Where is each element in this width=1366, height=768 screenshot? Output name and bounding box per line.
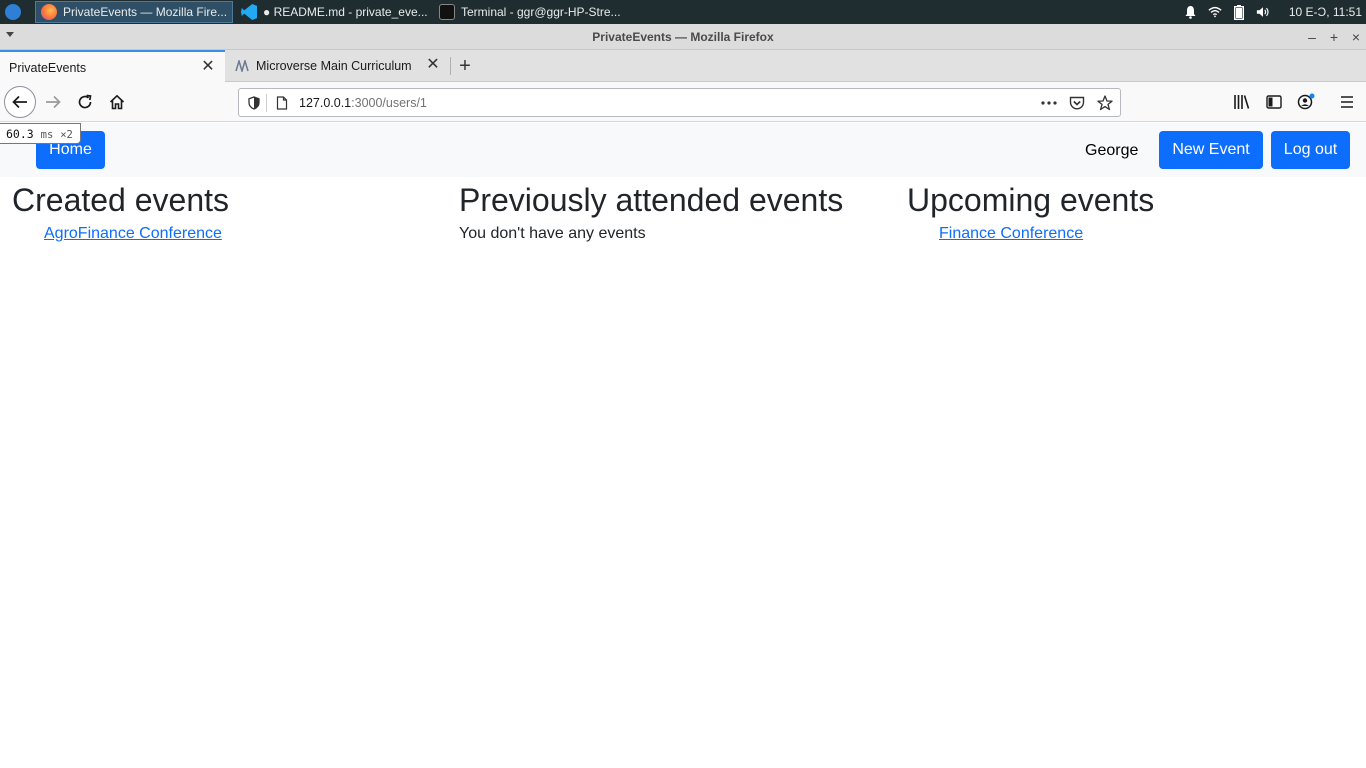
app-menu-button[interactable]	[2, 1, 24, 23]
reload-icon	[78, 94, 92, 109]
event-link[interactable]: AgroFinance Conference	[44, 225, 222, 242]
tab-strip: PrivateEvents ✕ Microverse Main Curricul…	[0, 50, 1366, 83]
browser-toolbar: 127.0.0.1:3000/users/1	[0, 82, 1366, 122]
close-tab-icon[interactable]: ✕	[426, 57, 440, 73]
url-text[interactable]: 127.0.0.1:3000/users/1	[299, 96, 427, 110]
upcoming-events-section: Upcoming events Finance Conference	[907, 177, 1347, 243]
maximize-icon[interactable]: +	[1325, 28, 1343, 46]
app-menu-icon	[5, 4, 21, 20]
firefox-icon	[41, 4, 57, 20]
reload-button[interactable]	[69, 86, 101, 118]
taskbar-item-firefox[interactable]: PrivateEvents — Mozilla Fire...	[35, 1, 233, 23]
new-event-button[interactable]: New Event	[1159, 131, 1263, 169]
microverse-icon	[235, 60, 249, 72]
taskbar-item-label: ● README.md - private_eve...	[263, 5, 428, 19]
back-arrow-icon	[12, 95, 27, 109]
window-title: PrivateEvents — Mozilla Firefox	[592, 30, 774, 44]
sidebar-button[interactable]	[1258, 86, 1290, 118]
library-button[interactable]	[1226, 86, 1258, 118]
sidebar-icon	[1266, 95, 1282, 109]
tab-microverse[interactable]: Microverse Main Curriculum ✕	[226, 50, 450, 82]
taskbar-item-vscode[interactable]: ● README.md - private_eve...	[236, 1, 432, 23]
previous-events-section: Previously attended events You don't hav…	[459, 177, 899, 243]
urlbar-divider	[266, 94, 267, 112]
close-tab-icon[interactable]: ✕	[201, 59, 215, 75]
vscode-icon	[241, 4, 257, 20]
library-icon	[1234, 95, 1250, 109]
forward-arrow-icon	[46, 95, 61, 109]
tab-label: PrivateEvents	[9, 60, 87, 75]
section-heading: Upcoming events	[907, 182, 1155, 218]
os-taskbar: PrivateEvents — Mozilla Fire... ● README…	[0, 0, 1366, 24]
page-content: Home George New Event Log out Created ev…	[0, 123, 1366, 768]
section-heading: Previously attended events	[459, 182, 844, 218]
pocket-icon[interactable]	[1069, 95, 1085, 111]
performance-overlay: 60.3 ms ×2	[0, 123, 81, 144]
created-events-list: AgroFinance Conference	[12, 225, 452, 243]
back-button[interactable]	[4, 86, 36, 118]
tab-separator	[450, 57, 451, 75]
list-item: AgroFinance Conference	[44, 225, 452, 243]
perf-value: 60.3	[6, 127, 34, 141]
window-titlebar: PrivateEvents — Mozilla Firefox – + ×	[0, 24, 1366, 50]
account-icon	[1297, 93, 1315, 110]
page-actions-icon[interactable]	[1041, 95, 1057, 111]
app-navbar: Home George New Event Log out	[0, 123, 1366, 177]
url-host: 127.0.0.1	[299, 96, 352, 110]
section-heading: Created events	[12, 182, 230, 218]
tab-label: Microverse Main Curriculum	[256, 59, 412, 73]
clock[interactable]: 10 E-Ɔ, 11:51	[1289, 5, 1362, 19]
page-info-icon[interactable]	[274, 95, 290, 111]
created-events-section: Created events AgroFinance Conference	[12, 177, 452, 243]
volume-icon[interactable]	[1256, 5, 1270, 19]
current-user-name: George	[1085, 142, 1139, 159]
perf-multiplier: ×2	[60, 129, 73, 141]
upcoming-events-list: Finance Conference	[907, 225, 1347, 243]
bookmark-star-icon[interactable]	[1097, 95, 1113, 111]
logout-button[interactable]: Log out	[1271, 131, 1350, 169]
system-tray: 10 E-Ɔ, 11:51	[1179, 0, 1366, 24]
list-item: Finance Conference	[939, 225, 1347, 243]
taskbar-item-terminal[interactable]: Terminal - ggr@ggr-HP-Stre...	[434, 1, 630, 23]
battery-icon[interactable]	[1232, 4, 1246, 20]
home-button[interactable]	[101, 86, 133, 118]
minimize-icon[interactable]: –	[1303, 28, 1321, 46]
account-button[interactable]	[1290, 86, 1322, 118]
home-icon	[109, 94, 125, 110]
hamburger-menu-icon	[1341, 96, 1353, 108]
notification-bell-icon[interactable]	[1184, 5, 1198, 19]
forward-button[interactable]	[37, 86, 69, 118]
url-bar[interactable]: 127.0.0.1:3000/users/1	[238, 88, 1121, 117]
taskbar-item-label: Terminal - ggr@ggr-HP-Stre...	[461, 5, 621, 19]
empty-events-message: You don't have any events	[459, 225, 646, 242]
tab-privateevents[interactable]: PrivateEvents ✕	[0, 50, 225, 83]
event-link[interactable]: Finance Conference	[939, 225, 1083, 242]
perf-unit: ms	[40, 129, 54, 141]
url-path: :3000/users/1	[351, 96, 427, 110]
taskbar-item-label: PrivateEvents — Mozilla Fire...	[63, 5, 228, 19]
terminal-icon	[439, 4, 455, 20]
close-window-icon[interactable]: ×	[1347, 28, 1365, 46]
wifi-icon[interactable]	[1208, 5, 1222, 19]
tracking-shield-icon[interactable]	[246, 95, 262, 111]
new-tab-icon[interactable]: +	[455, 56, 475, 76]
menu-button[interactable]	[1331, 86, 1363, 118]
